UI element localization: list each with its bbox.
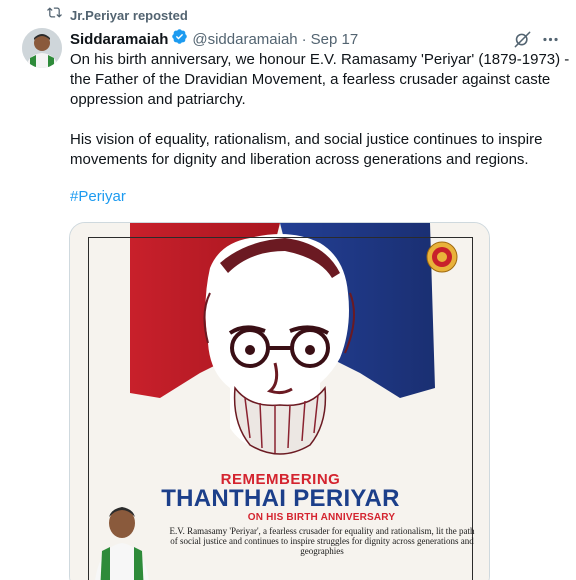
tweet-paragraph-1: On his birth anniversary, we honour E.V.… (70, 51, 570, 108)
author-name[interactable]: Siddaramaiah (70, 31, 168, 48)
poster-description: E.V. Ramasamy 'Periyar', a fearless crus… (169, 526, 475, 556)
cm-portrait (95, 507, 149, 580)
verified-badge-icon (168, 28, 188, 50)
tweet-header: Siddaramaiah @siddaramaiah · Sep 17 (70, 28, 560, 50)
tweet-media[interactable]: REMEMBERING THANTHAI PERIYAR ON HIS BIRT… (69, 222, 490, 580)
poster-subtitle: ON HIS BIRTH ANNIVERSARY (247, 512, 396, 523)
tweet-text: On his birth anniversary, we honour E.V.… (70, 50, 572, 170)
repost-label: Jr.Periyar reposted (70, 7, 188, 23)
author-handle[interactable]: @siddaramaiah (192, 31, 297, 48)
more-icon[interactable] (541, 30, 560, 49)
repost-indicator[interactable]: Jr.Periyar reposted (47, 6, 188, 24)
separator-dot: · (301, 30, 307, 48)
state-emblem-icon (426, 241, 458, 273)
repost-icon (47, 5, 62, 25)
avatar[interactable] (22, 28, 62, 68)
hashtag-link[interactable]: #Periyar (70, 188, 126, 205)
tweet-date[interactable]: Sep 17 (311, 31, 359, 48)
tweet-paragraph-2: His vision of equality, rationalism, and… (70, 131, 543, 168)
grok-icon[interactable] (513, 30, 532, 49)
